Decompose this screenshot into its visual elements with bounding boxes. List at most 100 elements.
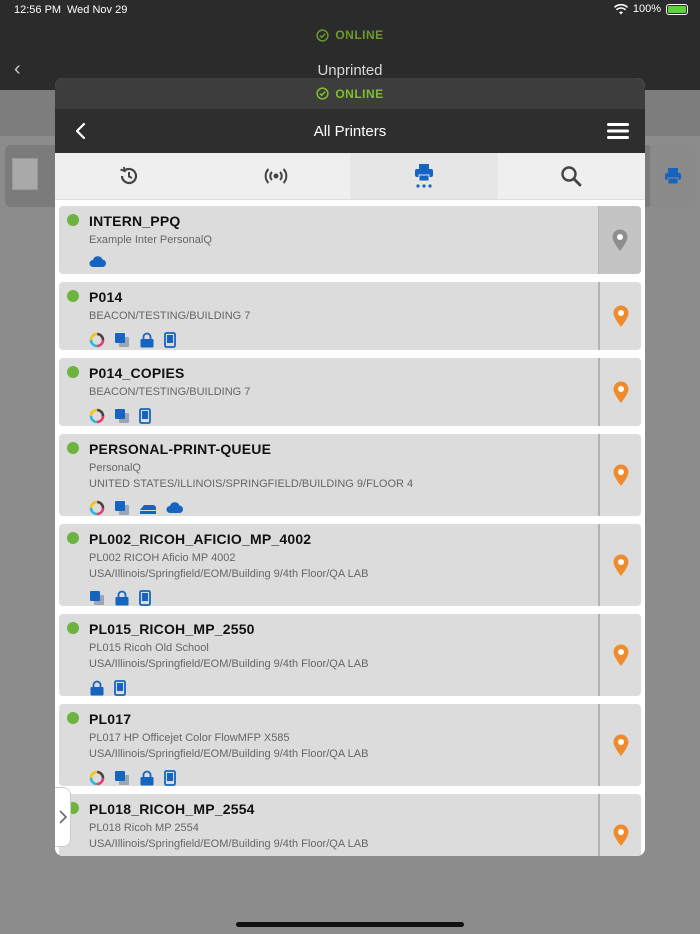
location-pin-button[interactable] bbox=[598, 282, 641, 350]
home-indicator bbox=[236, 922, 464, 927]
printer-list: INTERN_PPQ Example Inter PersonalQ P014 BEA… bbox=[55, 200, 645, 856]
lock-icon bbox=[139, 332, 155, 348]
status-dot bbox=[67, 712, 79, 724]
background-online-status: ONLINE bbox=[0, 20, 700, 50]
status-time: 12:56 PM bbox=[14, 4, 62, 16]
location-pin-button[interactable] bbox=[598, 434, 641, 516]
printer-description: BEACON/TESTING/BUILDING 7 bbox=[89, 310, 251, 322]
cloud-icon bbox=[166, 502, 184, 514]
location-pin-icon bbox=[613, 464, 628, 486]
modal-title: All Printers bbox=[313, 123, 387, 140]
cloud-icon bbox=[89, 256, 107, 268]
copies-icon bbox=[89, 590, 105, 606]
printer-name: PL018_RICOH_MP_2554 bbox=[89, 801, 255, 817]
printer-description: PL017 HP Officejet Color FlowMFP X585 bbox=[89, 732, 290, 744]
printer-description: PL015 Ricoh Old School bbox=[89, 642, 209, 654]
tab-search[interactable] bbox=[498, 153, 646, 199]
printer-name: PL002_RICOH_AFICIO_MP_4002 bbox=[89, 531, 312, 547]
beacon-icon bbox=[264, 168, 288, 184]
printer-row[interactable]: P014 BEACON/TESTING/BUILDING 7 bbox=[59, 282, 641, 350]
tab-beacon[interactable] bbox=[203, 153, 351, 199]
printer-feature-icons bbox=[89, 590, 151, 606]
lock-icon bbox=[114, 590, 130, 606]
location-pin-icon bbox=[613, 824, 628, 846]
printer-row[interactable]: PL017 PL017 HP Officejet Color FlowMFP X5… bbox=[59, 704, 641, 786]
status-right: 100% bbox=[613, 3, 688, 15]
printer-row[interactable]: INTERN_PPQ Example Inter PersonalQ bbox=[59, 206, 641, 274]
location-pin-button[interactable] bbox=[598, 704, 641, 786]
search-icon bbox=[561, 166, 582, 187]
color-icon bbox=[89, 408, 105, 424]
printer-feature-icons bbox=[89, 256, 107, 268]
all-printers-modal: ONLINE All Printers INTERN_PPQ Example In… bbox=[55, 78, 645, 856]
wifi-icon bbox=[613, 3, 628, 14]
color-icon bbox=[89, 500, 105, 516]
location-pin-icon bbox=[613, 644, 628, 666]
copies-icon bbox=[114, 770, 130, 786]
status-dot bbox=[67, 622, 79, 634]
battery-icon bbox=[666, 3, 688, 15]
copies-icon bbox=[114, 332, 130, 348]
background-online-label: ONLINE bbox=[335, 28, 384, 42]
copies-icon bbox=[114, 500, 130, 516]
location-pin-button[interactable] bbox=[598, 206, 641, 274]
document-thumbnail-icon bbox=[12, 158, 38, 190]
printer-row[interactable]: P014_COPIES BEACON/TESTING/BUILDING 7 bbox=[59, 358, 641, 426]
mobile-icon bbox=[139, 590, 151, 606]
printer-row[interactable]: PL015_RICOH_MP_2550 PL015 Ricoh Old Schoo… bbox=[59, 614, 641, 696]
menu-icon[interactable] bbox=[607, 121, 629, 141]
chevron-right-icon bbox=[58, 810, 67, 824]
check-circle-icon bbox=[316, 87, 329, 100]
printer-description: BEACON/TESTING/BUILDING 7 bbox=[89, 386, 251, 398]
printer-row[interactable]: PERSONAL-PRINT-QUEUE PersonalQ UNITED STAT… bbox=[59, 434, 641, 516]
printer-location: USA/Illinois/Springfield/EOM/Building 9/… bbox=[89, 838, 369, 850]
location-pin-button[interactable] bbox=[598, 614, 641, 696]
printer-location: USA/Illinois/Springfield/EOM/Building 9/… bbox=[89, 748, 369, 760]
printer-row[interactable]: PL002_RICOH_AFICIO_MP_4002 PL002 RICOH Af… bbox=[59, 524, 641, 606]
location-pin-button[interactable] bbox=[598, 794, 641, 856]
location-pin-button[interactable] bbox=[598, 524, 641, 606]
printer-name: P014 bbox=[89, 289, 123, 305]
printer-name: P014_COPIES bbox=[89, 365, 185, 381]
location-pin-icon bbox=[613, 734, 628, 756]
printer-feature-icons bbox=[89, 500, 184, 516]
lock-icon bbox=[89, 680, 105, 696]
mobile-icon bbox=[114, 680, 126, 696]
status-dot bbox=[67, 214, 79, 226]
mobile-icon bbox=[164, 770, 176, 786]
printer-name: INTERN_PPQ bbox=[89, 213, 181, 229]
printer-row[interactable]: PL018_RICOH_MP_2554 PL018 Ricoh MP 2554 US… bbox=[59, 794, 641, 856]
staple-icon bbox=[139, 501, 157, 515]
printer-icon bbox=[664, 168, 681, 185]
mobile-icon bbox=[164, 332, 176, 348]
status-dot bbox=[67, 532, 79, 544]
modal-online-status: ONLINE bbox=[55, 78, 645, 109]
background-title: Unprinted bbox=[317, 62, 383, 79]
printer-location: USA/Illinois/Springfield/EOM/Building 9/… bbox=[89, 658, 369, 670]
color-icon bbox=[89, 332, 105, 348]
lock-icon bbox=[139, 770, 155, 786]
status-bar: 12:56 PM Wed Nov 29 100% bbox=[0, 0, 700, 20]
location-pin-icon bbox=[613, 554, 628, 576]
status-dot bbox=[67, 442, 79, 454]
modal-nav-bar: All Printers bbox=[55, 109, 645, 153]
status-dot bbox=[67, 290, 79, 302]
printer-description: PL018 Ricoh MP 2554 bbox=[89, 822, 199, 834]
background-print-button[interactable] bbox=[650, 145, 695, 207]
history-icon bbox=[119, 166, 137, 185]
side-panel-handle[interactable] bbox=[55, 787, 71, 847]
printer-description: PersonalQ bbox=[89, 462, 141, 474]
location-pin-button[interactable] bbox=[598, 358, 641, 426]
location-pin-icon bbox=[613, 381, 628, 403]
printer-location: USA/Illinois/Springfield/EOM/Building 9/… bbox=[89, 568, 369, 580]
modal-online-label: ONLINE bbox=[335, 86, 384, 101]
printer-name: PL017 bbox=[89, 711, 132, 727]
tab-history[interactable] bbox=[55, 153, 203, 199]
printer-location: UNITED STATES/ILLINOIS/SPRINGFIELD/BUILD… bbox=[89, 478, 414, 490]
status-date: Wed Nov 29 bbox=[67, 4, 128, 16]
printer-feature-icons bbox=[89, 680, 126, 696]
location-pin-icon bbox=[613, 305, 628, 327]
copies-icon bbox=[114, 408, 130, 424]
tab-printers[interactable] bbox=[350, 153, 498, 199]
printer-icon bbox=[414, 164, 433, 188]
